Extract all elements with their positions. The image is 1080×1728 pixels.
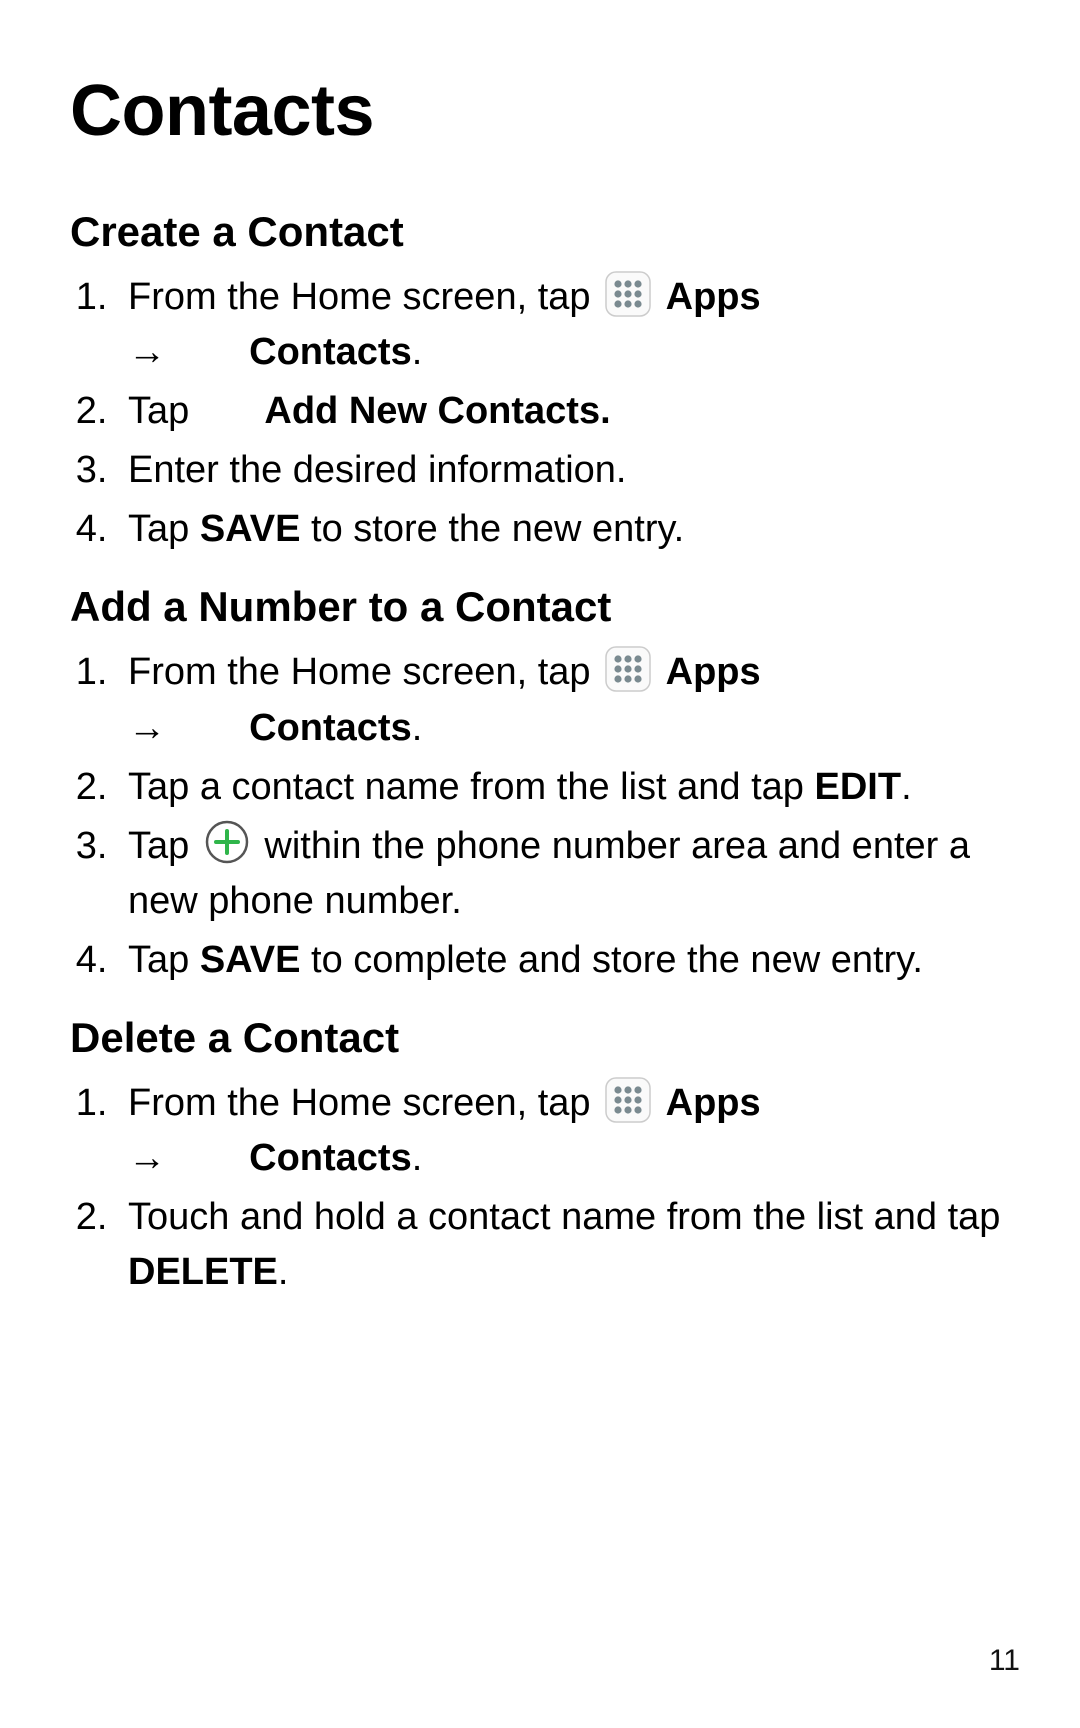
contacts-label: Contacts xyxy=(249,1137,412,1179)
step-text: Touch and hold a contact name from the l… xyxy=(128,1196,1000,1238)
step-text: Tap xyxy=(128,390,200,432)
step-text: Tap xyxy=(128,939,200,981)
step-text: From the Home screen, tap xyxy=(128,1082,601,1124)
step-text: . xyxy=(901,766,912,808)
contacts-icon xyxy=(189,701,235,747)
step-text: Tap xyxy=(128,825,200,867)
delete-label: DELETE xyxy=(128,1251,278,1293)
apps-label: Apps xyxy=(666,276,761,318)
edit-label: EDIT xyxy=(815,766,902,808)
step-list: From the Home screen, tap Apps → Contact… xyxy=(70,270,1010,557)
contacts-icon xyxy=(189,1132,235,1178)
arrow-icon: → xyxy=(128,1137,166,1179)
add-icon xyxy=(204,385,250,431)
apps-label: Apps xyxy=(666,651,761,693)
save-label: SAVE xyxy=(200,508,301,550)
add-label: Add New Contacts. xyxy=(264,390,610,432)
save-label: SAVE xyxy=(200,939,301,981)
step-text: . xyxy=(278,1251,289,1293)
apps-label: Apps xyxy=(666,1082,761,1124)
contacts-label: Contacts xyxy=(249,707,412,749)
section-heading: Create a Contact xyxy=(70,208,1010,256)
step-text: to complete and store the new entry. xyxy=(301,939,923,981)
step-text: From the Home screen, tap xyxy=(128,651,601,693)
step: From the Home screen, tap Apps → Contact… xyxy=(118,645,1010,755)
apps-icon xyxy=(605,1077,651,1123)
arrow-icon: → xyxy=(128,707,166,749)
step-text: Tap a contact name from the list and tap xyxy=(128,766,815,808)
step-list: From the Home screen, tap Apps → Contact… xyxy=(70,1076,1010,1300)
manual-page: Contacts Create a Contact From the Home … xyxy=(0,0,1080,1728)
section-heading: Delete a Contact xyxy=(70,1014,1010,1062)
contacts-label: Contacts xyxy=(249,331,412,373)
apps-icon xyxy=(605,646,651,692)
step: Tap within the phone number area and ent… xyxy=(118,819,1010,929)
step-list: From the Home screen, tap Apps → Contact… xyxy=(70,645,1010,988)
step-text: within the phone number area and enter a… xyxy=(128,825,970,922)
period: . xyxy=(412,707,423,749)
contacts-icon xyxy=(189,326,235,372)
step: From the Home screen, tap Apps → Contact… xyxy=(118,1076,1010,1186)
step: Tap Add New Contacts. xyxy=(118,384,1010,439)
page-number: 11 xyxy=(989,1644,1020,1678)
step: Tap SAVE to complete and store the new e… xyxy=(118,933,1010,988)
step: Touch and hold a contact name from the l… xyxy=(118,1190,1010,1300)
arrow-icon: → xyxy=(128,331,166,373)
step: Enter the desired information. xyxy=(118,443,1010,498)
period: . xyxy=(412,331,423,373)
apps-icon xyxy=(605,271,651,317)
plus-outline-icon xyxy=(204,819,250,865)
step-text: Tap xyxy=(128,508,200,550)
step: Tap SAVE to store the new entry. xyxy=(118,502,1010,557)
step-text: to store the new entry. xyxy=(301,508,685,550)
step-text: From the Home screen, tap xyxy=(128,276,601,318)
page-title: Contacts xyxy=(70,70,1010,152)
step: Tap a contact name from the list and tap… xyxy=(118,760,1010,815)
period: . xyxy=(412,1137,423,1179)
section-heading: Add a Number to a Contact xyxy=(70,583,1010,631)
step-text: Enter the desired information. xyxy=(128,449,627,491)
step: From the Home screen, tap Apps → Contact… xyxy=(118,270,1010,380)
